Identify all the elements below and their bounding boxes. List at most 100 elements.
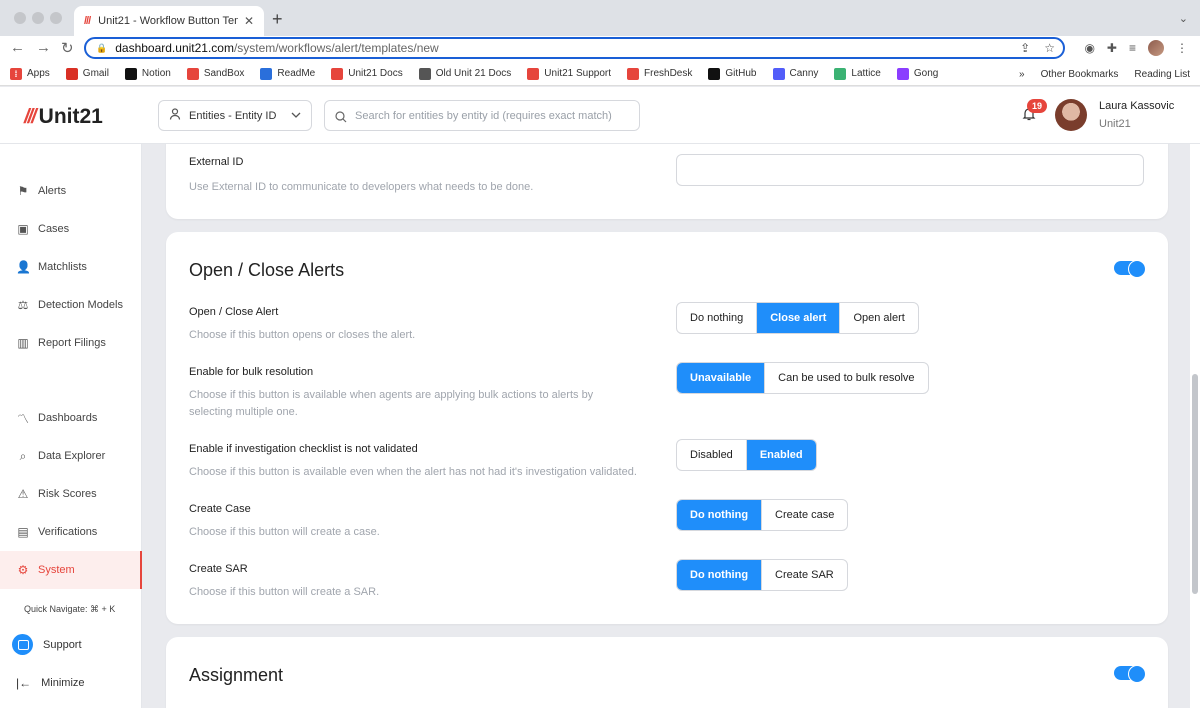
option-do-nothing[interactable]: Do nothing bbox=[677, 560, 763, 590]
share-icon[interactable]: ⇪ bbox=[1020, 41, 1030, 55]
support-button[interactable]: Support bbox=[12, 634, 82, 655]
lock-icon: 🔒 bbox=[96, 42, 108, 53]
logo-text: Unit21 bbox=[38, 105, 103, 128]
bookmark-gmail[interactable]: Gmail bbox=[65, 67, 109, 80]
app-header: /// Unit21 Entities - Entity ID Laura Ka… bbox=[0, 87, 1200, 144]
extension-icon[interactable]: ◉ bbox=[1084, 41, 1094, 55]
support-label: Support bbox=[43, 638, 82, 651]
minimize-window-button[interactable] bbox=[32, 12, 44, 24]
bookmark-lattice[interactable]: Lattice bbox=[834, 67, 881, 80]
option-disabled[interactable]: Disabled bbox=[677, 440, 747, 470]
logo-mark: /// bbox=[24, 105, 37, 128]
sidebar-item-report-filings[interactable]: ▥ Report Filings bbox=[0, 324, 142, 362]
bookmark-sandbox[interactable]: SandBox bbox=[186, 67, 244, 80]
minimize-sidebar-button[interactable]: |← Minimize bbox=[16, 676, 85, 690]
github-icon bbox=[708, 67, 721, 80]
search-doc-icon: ⌕ bbox=[19, 448, 27, 463]
lattice-icon bbox=[834, 67, 847, 80]
reading-list-button[interactable]: Reading List bbox=[1134, 69, 1190, 80]
bookmark-label: GitHub bbox=[725, 68, 757, 79]
forward-arrow-icon[interactable]: → bbox=[36, 39, 51, 56]
reload-icon[interactable]: ↻ bbox=[61, 39, 74, 57]
bookmark-label: Old Unit 21 Docs bbox=[435, 68, 512, 79]
bookmark-old-unit-21-docs[interactable]: Old Unit 21 Docs bbox=[418, 67, 512, 80]
close-window-button[interactable] bbox=[14, 12, 26, 24]
other-bookmarks-folder[interactable]: Other Bookmarks bbox=[1041, 69, 1119, 80]
sidebar-item-dashboards[interactable]: 〽 Dashboards bbox=[0, 399, 142, 437]
bookmark-gong[interactable]: Gong bbox=[896, 67, 939, 80]
sidebar-item-label: Dashboards bbox=[38, 412, 98, 424]
option-close-alert[interactable]: Close alert bbox=[757, 303, 841, 333]
scrollbar-thumb[interactable] bbox=[1192, 374, 1198, 594]
bookmark-label: Gong bbox=[913, 68, 939, 79]
close-tab-icon[interactable]: ✕ bbox=[244, 14, 254, 28]
sidebar-item-detection-models[interactable]: ⚖ Detection Models bbox=[0, 286, 142, 324]
open-close-toggle[interactable] bbox=[1114, 260, 1146, 278]
back-arrow-icon[interactable]: ← bbox=[10, 39, 25, 56]
puzzle-icon[interactable]: ✚ bbox=[1107, 41, 1117, 55]
user-name[interactable]: Laura Kassovic bbox=[1099, 100, 1174, 112]
tab-search-chevron-icon[interactable]: ⌄ bbox=[1179, 12, 1188, 25]
more-bookmarks-chevron[interactable]: » bbox=[1019, 69, 1025, 80]
reading-list-icon[interactable]: ≡ bbox=[1129, 41, 1136, 55]
bookmark-label: Apps bbox=[27, 68, 50, 79]
sidebar-item-system[interactable]: ⚙ System bbox=[0, 551, 142, 589]
field-label: Create Case bbox=[189, 503, 251, 515]
quick-navigate-hint: Quick Navigate: ⌘ + K bbox=[24, 604, 116, 614]
bookmark-label: Unit21 Docs bbox=[348, 68, 403, 79]
bookmark-star-icon[interactable]: ☆ bbox=[1044, 41, 1055, 55]
browser-tab[interactable]: /// Unit21 - Workflow Button Templ ✕ bbox=[74, 6, 264, 36]
option-create-sar[interactable]: Create SAR bbox=[762, 560, 847, 590]
bookmark-github[interactable]: GitHub bbox=[708, 67, 757, 80]
bank-icon: ▥ bbox=[17, 336, 29, 350]
main-content: External ID Use External ID to communica… bbox=[142, 144, 1190, 708]
field-label: Enable if investigation checklist is not… bbox=[189, 443, 418, 455]
option-do-nothing[interactable]: Do nothing bbox=[677, 500, 763, 530]
notification-badge: 19 bbox=[1027, 99, 1047, 113]
kebab-menu-icon[interactable]: ⋮ bbox=[1176, 41, 1188, 55]
option-open-alert[interactable]: Open alert bbox=[840, 303, 917, 333]
maximize-window-button[interactable] bbox=[50, 12, 62, 24]
unit21-icon bbox=[627, 67, 640, 80]
scrollbar[interactable] bbox=[1190, 144, 1200, 708]
globe-icon bbox=[418, 67, 431, 80]
sidebar-item-cases[interactable]: ▣ Cases bbox=[0, 210, 142, 248]
briefcase-icon: ▣ bbox=[17, 222, 29, 236]
sidebar-item-alerts[interactable]: ⚑ Alerts bbox=[0, 172, 142, 210]
bookmark-label: Canny bbox=[789, 68, 819, 79]
scale-icon: ⚖ bbox=[17, 298, 29, 312]
notion-icon bbox=[124, 67, 137, 80]
field-desc: Choose if this button is available when … bbox=[189, 389, 594, 418]
external-id-input[interactable] bbox=[676, 154, 1144, 186]
unit21-logo[interactable]: /// Unit21 bbox=[24, 105, 103, 129]
bookmark-unit21-support[interactable]: Unit21 Support bbox=[527, 67, 611, 80]
profile-avatar[interactable] bbox=[1148, 40, 1164, 56]
bookmark-unit21-docs[interactable]: Unit21 Docs bbox=[331, 67, 403, 80]
sidebar-item-verifications[interactable]: ▤ Verifications bbox=[0, 513, 142, 551]
address-bar[interactable]: 🔒 dashboard.unit21.com/system/workflows/… bbox=[84, 37, 1065, 59]
bookmark-apps[interactable]: ⁞ Apps bbox=[10, 67, 50, 80]
open-close-alerts-card: Open / Close Alerts Open / Close Alert C… bbox=[166, 232, 1168, 624]
search-input[interactable] bbox=[355, 109, 625, 122]
user-org: Unit21 bbox=[1099, 118, 1131, 130]
entity-type-select[interactable]: Entities - Entity ID bbox=[158, 100, 312, 131]
option-unavailable[interactable]: Unavailable bbox=[677, 363, 766, 393]
sidebar-item-matchlists[interactable]: 👤 Matchlists bbox=[0, 248, 142, 286]
option-create-case[interactable]: Create case bbox=[762, 500, 847, 530]
sidebar-item-label: Data Explorer bbox=[38, 450, 106, 462]
bookmark-freshdesk[interactable]: FreshDesk bbox=[627, 67, 692, 80]
bookmark-notion[interactable]: Notion bbox=[124, 67, 171, 80]
user-avatar[interactable] bbox=[1055, 99, 1087, 131]
option-bulk-resolve[interactable]: Can be used to bulk resolve bbox=[765, 363, 927, 393]
create-sar-segmented: Do nothing Create SAR bbox=[676, 559, 848, 591]
sidebar-item-label: System bbox=[38, 564, 75, 576]
assignment-toggle[interactable] bbox=[1114, 665, 1146, 683]
sidebar-item-data-explorer[interactable]: ⌕ Data Explorer bbox=[0, 437, 142, 475]
new-tab-icon[interactable]: + bbox=[272, 9, 283, 30]
url-path: /system/workflows/alert/templates/new bbox=[233, 41, 439, 55]
bookmark-canny[interactable]: Canny bbox=[772, 67, 819, 80]
option-enabled[interactable]: Enabled bbox=[746, 440, 816, 470]
option-do-nothing[interactable]: Do nothing bbox=[677, 303, 758, 333]
sidebar-item-risk-scores[interactable]: ⚠ Risk Scores bbox=[0, 475, 142, 513]
bookmark-readme[interactable]: ReadMe bbox=[260, 67, 315, 80]
